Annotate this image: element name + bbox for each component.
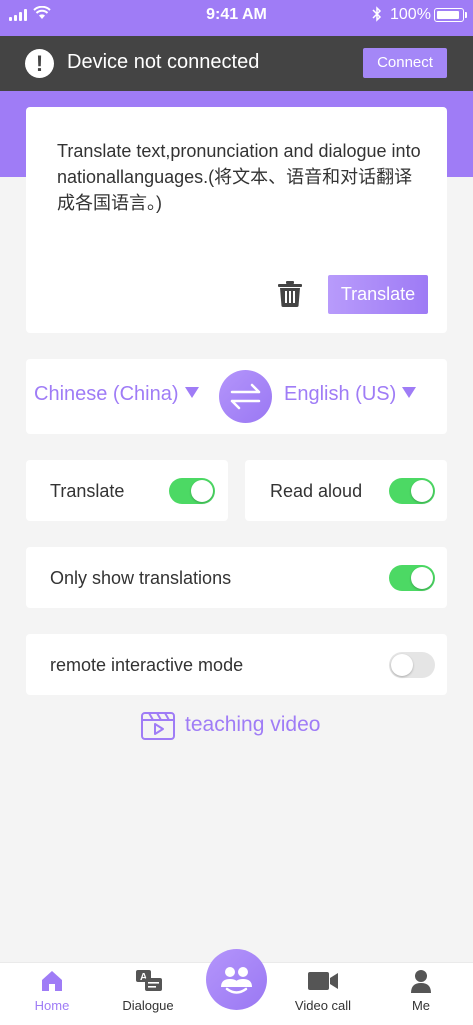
status-bar: 9:41 AM 100% <box>0 0 473 36</box>
source-language-label: Chinese (China) <box>34 383 179 405</box>
remote-mode-label: remote interactive mode <box>50 655 244 675</box>
target-language-dropdown[interactable]: English (US) <box>284 383 417 406</box>
translate-button[interactable]: Translate <box>328 275 428 314</box>
exclamation-icon: ! <box>25 49 54 78</box>
connect-button[interactable]: Connect <box>363 48 447 78</box>
tab-me-label: Me <box>411 998 431 1013</box>
read-aloud-toggle-label: Read aloud <box>270 481 363 501</box>
people-icon <box>221 967 252 994</box>
home-icon <box>42 971 62 991</box>
only-show-translations-label: Only show translations <box>50 568 232 588</box>
battery-icon <box>434 8 467 22</box>
person-icon <box>411 970 431 993</box>
caret-down-icon <box>402 387 417 398</box>
bluetooth-icon <box>372 6 382 22</box>
dialogue-icon: A <box>136 970 162 991</box>
swap-languages-button[interactable] <box>219 370 272 423</box>
translate-toggle[interactable] <box>169 478 215 504</box>
tab-dialogue-label: Dialogue <box>122 998 174 1013</box>
video-clapper-icon[interactable] <box>140 711 176 741</box>
tab-home-label: Home <box>34 998 70 1013</box>
swap-arrows-icon <box>230 383 261 410</box>
connection-alert-bar: ! Device not connected Connect <box>0 36 473 91</box>
tab-center-action-button[interactable] <box>206 949 267 1010</box>
remote-mode-toggle[interactable] <box>389 652 435 678</box>
source-text-area[interactable]: Translate text,pronunciation and dialogu… <box>57 138 427 216</box>
read-aloud-toggle[interactable] <box>389 478 435 504</box>
caret-down-icon <box>184 387 199 398</box>
trash-icon[interactable] <box>277 280 303 308</box>
source-language-dropdown[interactable]: Chinese (China) <box>34 383 199 406</box>
translate-toggle-label: Translate <box>50 481 125 501</box>
target-language-label: English (US) <box>284 383 397 405</box>
battery-percent: 100% <box>390 6 431 23</box>
teaching-video-link[interactable]: teaching video <box>185 713 320 737</box>
alert-message: Device not connected <box>67 51 260 73</box>
only-show-translations-toggle[interactable] <box>389 565 435 591</box>
video-camera-icon <box>308 972 338 990</box>
tab-video-call-label: Video call <box>294 998 352 1013</box>
